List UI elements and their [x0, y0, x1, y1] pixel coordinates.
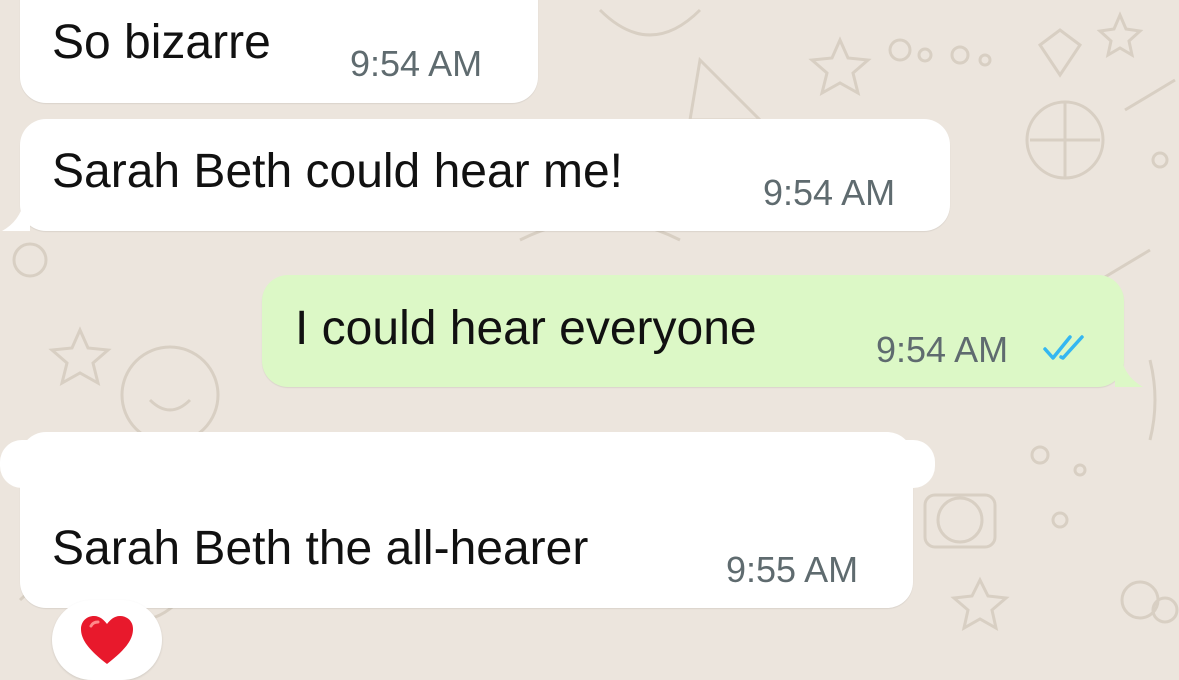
message-timestamp: 9:54 AM — [763, 172, 896, 213]
message-timestamp: 9:55 AM — [726, 549, 859, 590]
message-text: Sarah Beth the all-hearer — [52, 522, 589, 575]
redacted-reply-area — [0, 440, 935, 488]
bubble-tail — [2, 201, 30, 231]
message-timestamp: 9:54 AM — [350, 43, 483, 84]
message-timestamp: 9:54 AM — [876, 329, 1009, 370]
bubble-tail — [1115, 357, 1143, 387]
double-check-read-icon — [1043, 335, 1084, 360]
message-text: I could hear everyone — [295, 302, 757, 355]
message-text: Sarah Beth could hear me! — [52, 145, 624, 198]
message-bubble-incoming[interactable]: So bizarre 9:54 AM — [20, 0, 538, 103]
message-text: So bizarre — [52, 16, 271, 69]
red-heart-icon — [81, 616, 133, 664]
message-bubble-incoming[interactable]: Sarah Beth could hear me! 9:54 AM — [20, 119, 950, 231]
message-bubble-outgoing[interactable]: I could hear everyone 9:54 AM — [262, 275, 1124, 387]
message-reaction[interactable] — [52, 600, 162, 680]
